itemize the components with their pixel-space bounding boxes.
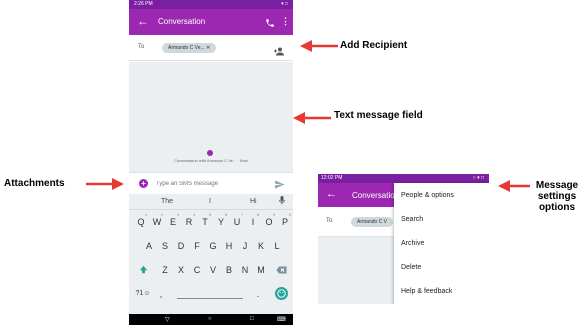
annotation-add-recipient: Add Recipient [340, 40, 408, 51]
status-time: 12:02 PM [321, 175, 343, 181]
key-k[interactable]: K [253, 236, 269, 256]
nav-home-icon[interactable]: ○ [208, 316, 212, 322]
nav-recents-icon[interactable]: □ [250, 316, 254, 322]
back-arrow-icon[interactable]: ← [326, 188, 337, 200]
suggestion-i[interactable]: I [209, 198, 211, 205]
microphone-icon[interactable] [279, 196, 285, 207]
key-a[interactable]: A [141, 236, 157, 256]
key-hint-2: 2 [161, 212, 164, 217]
attachments-arrow [86, 178, 124, 190]
conversation-screen: 2:26 PM ▾ □ ← Conversation ⋮ To Armando … [129, 0, 293, 325]
recipient-chip-label: Armando C Ve... [168, 45, 205, 51]
keyboard-switch-icon[interactable]: ⌨ [277, 316, 286, 323]
symbols-key[interactable]: ?1☺ [133, 284, 153, 304]
key-hint-8: 8 [257, 212, 260, 217]
conversation-area: Conversation with Armando C Ve... · Now [129, 62, 293, 172]
nav-back-icon[interactable]: ▽ [165, 316, 170, 323]
menu-item-search[interactable]: Search [401, 216, 423, 223]
key-g[interactable]: G [205, 236, 221, 256]
add-recipient-arrow [300, 40, 338, 52]
app-bar: ← Conversation ⋮ [129, 9, 293, 35]
suggestion-strip: The I Hi [129, 194, 293, 210]
key-m[interactable]: M [253, 260, 269, 280]
key-f[interactable]: F [189, 236, 205, 256]
overflow-menu: People & options Search Archive Delete H… [394, 183, 489, 304]
key-l[interactable]: L [269, 236, 285, 256]
to-label: To [138, 44, 145, 50]
shift-key-icon[interactable] [135, 260, 151, 280]
recipient-chip[interactable]: Armando C Ve... ✕ [162, 43, 217, 53]
comma-key[interactable]: , [156, 284, 166, 304]
phone-icon[interactable] [265, 15, 275, 33]
menu-item-help-feedback[interactable]: Help & feedback [401, 288, 452, 295]
key-x[interactable]: X [173, 260, 189, 280]
key-hint-3: 3 [177, 212, 180, 217]
settings-arrow [498, 180, 530, 192]
nav-bar: ▽ ○ □ ⌨ [129, 314, 293, 325]
annotation-text-message-field: Text message field [334, 110, 423, 121]
conversation-caption: Conversation with Armando C Ve... · Now [174, 158, 248, 163]
menu-item-archive[interactable]: Archive [401, 240, 424, 247]
status-icons: ▾ □ [281, 1, 288, 7]
annotation-settings-line1: Message [535, 180, 579, 191]
annotation-settings-line2: settings [537, 191, 577, 202]
key-z[interactable]: Z [157, 260, 173, 280]
key-hint-1: 1 [145, 212, 148, 217]
key-hint-0: 0 [289, 212, 292, 217]
recipient-chip[interactable]: Armando C V [351, 217, 394, 227]
key-n[interactable]: N [237, 260, 253, 280]
back-arrow-icon[interactable]: ← [137, 14, 149, 28]
more-vert-icon[interactable]: ⋮ [281, 16, 290, 27]
key-v[interactable]: V [205, 260, 221, 280]
sms-message-input[interactable] [156, 181, 256, 187]
recipient-bar: To Armando C Ve... ✕ [129, 35, 293, 61]
status-icons: ○ ▾ □ [472, 175, 484, 181]
menu-item-delete[interactable]: Delete [401, 264, 421, 271]
key-hint-5: 5 [209, 212, 212, 217]
key-j[interactable]: J [237, 236, 253, 256]
space-bar[interactable] [171, 284, 249, 304]
contact-avatar [207, 150, 213, 156]
key-hint-9: 9 [273, 212, 276, 217]
key-row-4: ?1☺ , . [129, 284, 293, 304]
conversation-menu-screen: 12:02 PM ○ ▾ □ ← Conversatio To Armando … [318, 174, 489, 304]
key-c[interactable]: C [189, 260, 205, 280]
attach-plus-icon[interactable]: + [139, 179, 148, 188]
annotation-message-settings: Message settings options [529, 180, 585, 213]
send-icon [275, 180, 285, 189]
status-bar: 2:26 PM ▾ □ [129, 0, 293, 9]
text-field-arrow [293, 112, 331, 124]
key-hint-6: 6 [225, 212, 228, 217]
status-bar: 12:02 PM ○ ▾ □ [318, 174, 489, 183]
app-bar-title: Conversatio [352, 191, 395, 200]
annotation-attachments: Attachments [4, 178, 65, 189]
add-people-icon[interactable] [273, 43, 285, 61]
key-s[interactable]: S [157, 236, 173, 256]
key-row-2: A S D F G H J K L [129, 236, 293, 256]
app-bar-title: Conversation [158, 17, 206, 26]
key-b[interactable]: B [221, 260, 237, 280]
status-time: 2:26 PM [134, 1, 153, 7]
emoji-key[interactable] [273, 284, 289, 304]
period-key[interactable]: . [253, 284, 263, 304]
to-label: To [326, 218, 333, 224]
key-row-3: Z X C V B N M [129, 260, 293, 280]
suggestion-the[interactable]: The [161, 198, 173, 205]
space-bar-line [177, 298, 243, 299]
key-hint-7: 7 [241, 212, 244, 217]
backspace-icon[interactable] [273, 260, 289, 280]
annotation-settings-line3: options [538, 202, 576, 213]
key-h[interactable]: H [221, 236, 237, 256]
suggestion-hi[interactable]: Hi [250, 198, 257, 205]
compose-bar: + SMS [129, 172, 293, 197]
key-hint-4: 4 [193, 212, 196, 217]
menu-item-people-options[interactable]: People & options [401, 192, 454, 199]
keyboard: The I Hi Q W E R T Y U I O P 1234567890 … [129, 194, 293, 314]
key-d[interactable]: D [173, 236, 189, 256]
